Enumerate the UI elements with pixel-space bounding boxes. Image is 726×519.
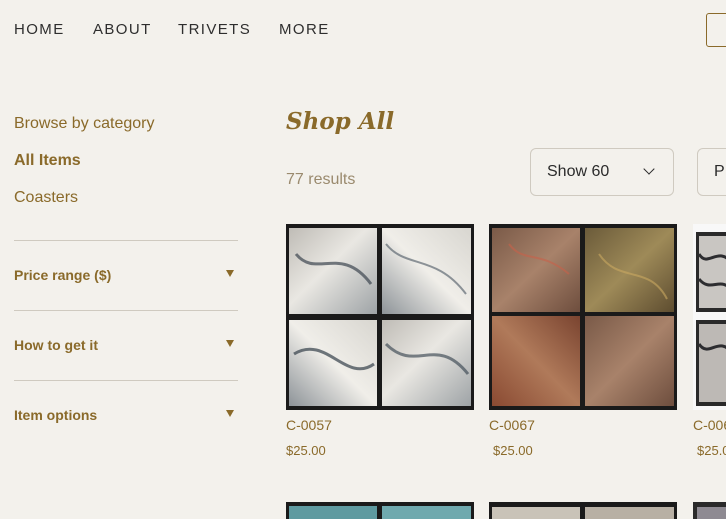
product-name[interactable]: C-0057 (286, 417, 332, 433)
product-image[interactable] (489, 502, 677, 519)
browse-by-category-heading: Browse by category (14, 115, 155, 132)
product-price: $25.0 (697, 443, 726, 458)
divider (14, 380, 238, 381)
product-image[interactable] (286, 502, 474, 519)
product-price: $25.00 (493, 443, 533, 458)
product-image[interactable] (693, 224, 726, 410)
nav-more[interactable]: MORE (279, 21, 330, 38)
filter-price-range[interactable]: Price range ($) (14, 267, 238, 287)
product-card[interactable] (286, 502, 474, 519)
nav-about[interactable]: ABOUT (93, 21, 152, 38)
show-per-page-select[interactable]: Show 60 (530, 148, 674, 196)
caret-down-icon (226, 410, 234, 417)
select-value: Show 60 (547, 163, 610, 180)
product-price: $25.00 (286, 443, 326, 458)
chevron-down-icon (643, 163, 655, 175)
filter-label: Item options (14, 407, 98, 423)
product-card[interactable] (693, 502, 726, 519)
product-image[interactable] (489, 224, 677, 410)
product-image[interactable] (286, 224, 474, 410)
product-name[interactable]: C-0067 (489, 417, 535, 433)
page-title: Shop All (286, 108, 395, 135)
filter-label: Price range ($) (14, 267, 112, 283)
select-value: P (714, 163, 725, 180)
divider (14, 240, 238, 241)
category-all-items[interactable]: All Items (14, 152, 81, 170)
product-card[interactable]: C-0067 $25.00 (489, 224, 677, 464)
category-coasters[interactable]: Coasters (14, 189, 78, 207)
top-nav: HOME ABOUT TRIVETS MORE (0, 0, 726, 62)
divider (14, 310, 238, 311)
product-name[interactable]: C-006 (693, 417, 726, 433)
filter-item-options[interactable]: Item options (14, 407, 238, 427)
sort-select[interactable]: P (697, 148, 726, 196)
product-card[interactable] (489, 502, 677, 519)
filter-how-to-get-it[interactable]: How to get it (14, 337, 238, 357)
filter-label: How to get it (14, 337, 98, 353)
results-count: 77 results (286, 171, 356, 188)
nav-action-button[interactable] (706, 13, 726, 47)
product-image[interactable] (693, 502, 726, 519)
product-card[interactable]: C-0057 $25.00 (286, 224, 474, 464)
caret-down-icon (226, 340, 234, 347)
nav-trivets[interactable]: TRIVETS (178, 21, 251, 38)
nav-home[interactable]: HOME (14, 21, 65, 38)
product-card[interactable]: C-006 $25.0 (693, 224, 726, 464)
caret-down-icon (226, 270, 234, 277)
